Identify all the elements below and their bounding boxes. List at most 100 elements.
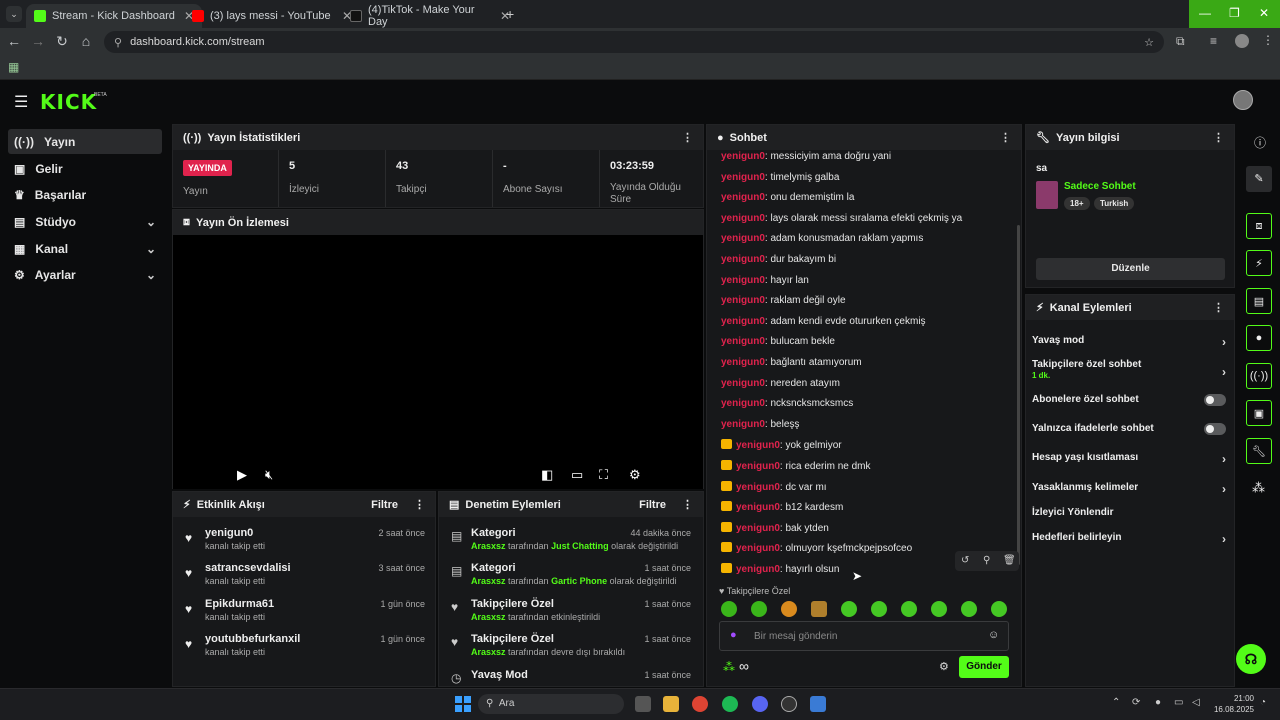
app-icon[interactable] [810, 696, 826, 712]
url-field[interactable]: ⚲ dashboard.kick.com/stream ☆ [104, 31, 1164, 53]
chat-username[interactable]: yenigun0 [721, 419, 765, 430]
extensions-icon[interactable]: ⧉ [1176, 34, 1185, 49]
edit-pencil-button[interactable]: ✎ [1246, 166, 1272, 192]
chrome-icon[interactable] [692, 696, 708, 712]
chat-message[interactable]: yenigun0: onu dememiştim la [721, 192, 854, 203]
chat-message[interactable]: yenigun0: bulucam bekle [721, 336, 835, 347]
chat-username[interactable]: yenigun0 [721, 378, 765, 389]
chat-message[interactable]: yenigun0: raklam değil oyle [721, 295, 846, 306]
chat-message[interactable]: yenigun0: dur bakayım bi [721, 254, 836, 265]
windows-start-icon[interactable] [455, 696, 471, 712]
activity-user[interactable]: yenigun0 [205, 527, 253, 539]
tray-sync-icon[interactable]: ⟳ [1132, 697, 1140, 708]
emote-icon[interactable] [721, 601, 737, 617]
reply-icon[interactable]: ↺ [961, 555, 969, 566]
redirect-row[interactable]: İzleyici Yönlendir [1032, 507, 1226, 518]
chat-message[interactable]: yenigun0: dc var mı [721, 480, 827, 493]
hamburger-menu-icon[interactable]: ☰ [14, 92, 28, 112]
emote-icon[interactable] [901, 601, 917, 617]
chat-message[interactable]: yenigun0: b12 kardesm [721, 501, 843, 513]
mod-actor[interactable]: Arasxsz [471, 576, 506, 586]
chat-username[interactable]: yenigun0 [736, 440, 780, 451]
emote-icon[interactable] [841, 601, 857, 617]
reload-icon[interactable]: ↻ [50, 33, 74, 50]
rail-layout-button[interactable]: ▣ [1246, 400, 1272, 426]
sidebar-item-ayarlar[interactable]: ⚙ Ayarlar ⌄ [8, 262, 162, 287]
minimize-icon[interactable]: — [1199, 6, 1211, 20]
chat-message[interactable]: yenigun0: bağlantı atamıyorum [721, 357, 862, 368]
site-info-icon[interactable]: ⚲ [114, 36, 122, 49]
chat-message[interactable]: yenigun0: yok gelmiyor [721, 439, 842, 451]
pin-icon[interactable]: ⚲ [983, 555, 990, 566]
sidebar-item-kanal[interactable]: ▦ Kanal ⌄ [8, 236, 162, 261]
emote-icon[interactable] [781, 601, 797, 617]
mod-actor[interactable]: Arasxsz [471, 647, 506, 657]
chat-scrollbar[interactable] [1017, 225, 1020, 565]
emote-icon[interactable] [931, 601, 947, 617]
chat-message[interactable]: yenigun0: olmuyorr kşefmckpejpsofceo [721, 542, 912, 554]
kick-points-icon[interactable]: ⁂ [723, 660, 735, 674]
tab-youtube[interactable]: (3) lays messi - YouTube ✕ [184, 4, 360, 28]
activity-user[interactable]: satrancsevdalisi [205, 562, 291, 574]
chat-settings-gear-icon[interactable]: ⚙ [939, 660, 949, 673]
close-window-icon[interactable]: ✕ [1259, 6, 1269, 20]
mute-icon[interactable]: 🔇︎ [265, 467, 273, 483]
banned-words-row[interactable]: Yasaklanmış kelimeler › [1032, 482, 1226, 496]
followers-chat-row[interactable]: Takipçilere özel sohbet 1 dk. › [1032, 359, 1226, 381]
emoji-picker-icon[interactable]: ☺ [988, 629, 999, 641]
edit-button[interactable]: Düzenle [1036, 258, 1225, 280]
tray-mic-icon[interactable]: ● [1155, 697, 1161, 708]
spotify-icon[interactable] [722, 696, 738, 712]
chat-username[interactable]: yenigun0 [736, 564, 780, 575]
emote-icon[interactable] [871, 601, 887, 617]
info-icon[interactable]: ⓘ [1254, 134, 1266, 151]
rail-activity-button[interactable]: ⚡︎ [1246, 250, 1272, 276]
chat-username[interactable]: yenigun0 [721, 213, 765, 224]
sidebar-item-studyo[interactable]: ▤ Stüdyo ⌄ [8, 209, 162, 234]
subs-chat-toggle[interactable] [1204, 394, 1226, 406]
chat-message[interactable]: yenigun0: nereden atayım [721, 378, 840, 389]
sidebar-item-yayin[interactable]: ((·)) Yayın [8, 129, 162, 154]
profile-avatar[interactable] [1235, 34, 1249, 48]
more-options-icon[interactable]: ⋮ [682, 131, 693, 144]
chat-message[interactable]: yenigun0: rica ederim ne dmk [721, 460, 871, 472]
tray-network-icon[interactable]: ▭ [1174, 697, 1183, 708]
chat-username[interactable]: yenigun0 [721, 275, 765, 286]
emote-icon[interactable] [751, 601, 767, 617]
chat-message[interactable]: yenigun0: timelymiş galba [721, 172, 839, 183]
tray-chevron-icon[interactable]: ⌃ [1112, 697, 1120, 708]
play-icon[interactable]: ▶ [237, 467, 247, 483]
more-options-icon[interactable]: ⋮ [414, 498, 425, 511]
category-name[interactable]: Sadece Sohbet [1064, 181, 1136, 192]
file-explorer-icon[interactable] [663, 696, 679, 712]
chat-message[interactable]: yenigun0: adam konusmadan raklam yapmıs [721, 233, 923, 244]
filter-button[interactable]: Filtre [371, 499, 398, 511]
maximize-icon[interactable]: ❐ [1229, 6, 1240, 20]
slow-mode-row[interactable]: Yavaş mod › [1032, 335, 1226, 349]
tab-kick-dashboard[interactable]: Stream - Kick Dashboard ✕ [26, 4, 202, 28]
more-options-icon[interactable]: ⋮ [1213, 131, 1224, 144]
delete-icon[interactable]: 🗑︎ [1003, 555, 1016, 566]
rail-chat-button[interactable]: ● [1246, 325, 1272, 351]
forward-icon[interactable]: → [26, 33, 50, 49]
filter-button[interactable]: Filtre [639, 499, 666, 511]
activity-user[interactable]: youtubbefurkanxil [205, 633, 300, 645]
tray-volume-icon[interactable]: ◁ [1192, 697, 1200, 708]
chat-input[interactable]: ● Bir mesaj gönderin ☺ [719, 621, 1009, 651]
user-avatar[interactable] [1233, 90, 1253, 110]
emote-icon[interactable] [991, 601, 1007, 617]
chat-message[interactable]: yenigun0: bak ytden [721, 521, 829, 534]
chat-username[interactable]: yenigun0 [721, 336, 765, 347]
settings-gear-icon[interactable]: ⚙ [629, 467, 641, 483]
rail-preview-button[interactable]: ⧈ [1246, 213, 1272, 239]
chat-username[interactable]: yenigun0 [721, 172, 765, 183]
more-options-icon[interactable]: ⋮ [682, 498, 693, 511]
discord-icon[interactable] [752, 696, 768, 712]
tab-tiktok[interactable]: (4)TikTok - Make Your Day ✕ [342, 4, 518, 28]
chat-username[interactable]: yenigun0 [736, 461, 780, 472]
emote-icon[interactable] [811, 601, 827, 617]
task-view-icon[interactable] [635, 696, 651, 712]
chat-message[interactable]: yenigun0: lays olarak messi sıralama efe… [721, 213, 962, 224]
fullscreen-icon[interactable]: ⛶ [599, 467, 608, 483]
browser-menu-icon[interactable]: ⋮ [1262, 33, 1274, 47]
